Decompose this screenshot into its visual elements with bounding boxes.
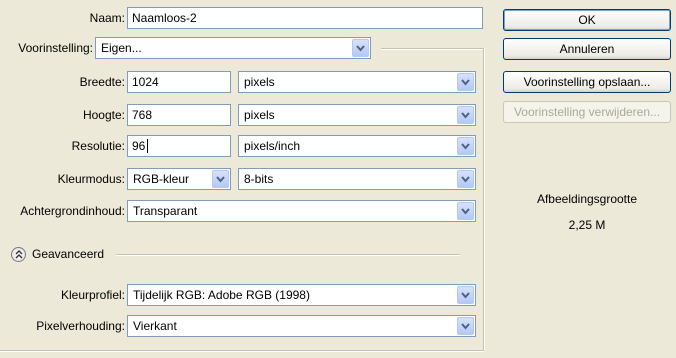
resolution-unit-value: pixels/inch: [244, 139, 301, 153]
chevron-down-icon[interactable]: [457, 137, 474, 155]
chevron-down-icon[interactable]: [352, 39, 369, 57]
width-label: Breedte:: [79, 75, 125, 89]
preset-select[interactable]: Eigen...: [95, 37, 371, 59]
height-label: Hoogte:: [82, 108, 125, 122]
height-unit-value: pixels: [244, 108, 275, 122]
width-unit-select[interactable]: pixels: [238, 71, 476, 93]
chevron-down-icon[interactable]: [212, 170, 229, 188]
resolution-label: Resolutie:: [71, 139, 125, 153]
background-label: Achtergrondinhoud:: [20, 204, 125, 218]
chevron-down-icon[interactable]: [457, 286, 474, 304]
chevron-down-icon[interactable]: [457, 202, 474, 220]
pixelratio-select[interactable]: Vierkant: [127, 315, 476, 337]
resolution-unit-select[interactable]: pixels/inch: [238, 135, 476, 157]
width-unit-value: pixels: [244, 75, 275, 89]
chevron-down-icon[interactable]: [457, 170, 474, 188]
save-preset-button[interactable]: Voorinstelling opslaan...: [503, 71, 671, 93]
preset-label: Voorinstelling:: [18, 41, 93, 55]
colorprofile-label: Kleurprofiel:: [60, 288, 125, 302]
height-input-value: 768: [132, 108, 153, 122]
image-size-label: Afbeeldingsgrootte: [536, 192, 638, 206]
group-border-bottom: [0, 350, 484, 352]
group-border-right: [483, 48, 485, 350]
new-document-dialog: Naam: Naamloos-2 Voorinstelling: Eigen..…: [0, 0, 676, 358]
background-value: Transparant: [133, 204, 198, 218]
width-input[interactable]: 1024: [127, 71, 231, 93]
preset-select-value: Eigen...: [101, 41, 142, 55]
colorprofile-value: Tijdelijk RGB: Adobe RGB (1998): [133, 288, 310, 302]
height-input[interactable]: 768: [127, 104, 231, 126]
resolution-input-value: 96: [132, 139, 146, 153]
text-caret: [147, 139, 148, 153]
pixelratio-value: Vierkant: [133, 319, 177, 333]
advanced-divider: [116, 254, 460, 256]
height-unit-select[interactable]: pixels: [238, 104, 476, 126]
name-input[interactable]: Naamloos-2: [127, 7, 483, 29]
bitdepth-select[interactable]: 8-bits: [238, 168, 476, 190]
chevron-down-icon[interactable]: [457, 106, 474, 124]
cancel-button[interactable]: Annuleren: [503, 38, 671, 60]
colormode-label: Kleurmodus:: [57, 172, 125, 186]
chevron-down-icon[interactable]: [457, 317, 474, 335]
pixelratio-label: Pixelverhouding:: [36, 319, 125, 333]
width-input-value: 1024: [132, 75, 159, 89]
colorprofile-select[interactable]: Tijdelijk RGB: Adobe RGB (1998): [127, 284, 476, 306]
image-size-value: 2,25 M: [568, 218, 606, 232]
chevron-double-up-icon[interactable]: [11, 247, 26, 262]
name-input-value: Naamloos-2: [132, 11, 197, 25]
resolution-input[interactable]: 96: [127, 135, 231, 157]
preset-divider: [381, 48, 484, 50]
name-label: Naam:: [89, 11, 125, 25]
bitdepth-value: 8-bits: [244, 172, 274, 186]
colormode-select[interactable]: RGB-kleur: [127, 168, 231, 190]
colormode-value: RGB-kleur: [133, 172, 190, 186]
ok-button[interactable]: OK: [503, 9, 671, 31]
background-select[interactable]: Transparant: [127, 200, 476, 222]
chevron-down-icon[interactable]: [457, 73, 474, 91]
delete-preset-button: Voorinstelling verwijderen...: [503, 101, 671, 123]
advanced-toggle-label[interactable]: Geavanceerd: [32, 243, 104, 265]
